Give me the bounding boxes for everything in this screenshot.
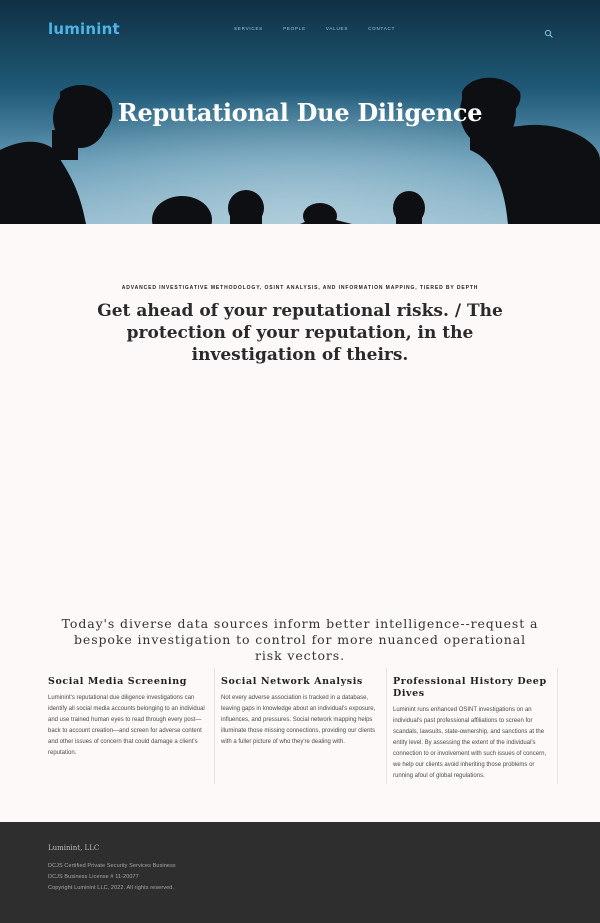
section-kicker: ADVANCED INVESTIGATIVE METHODOLOGY, OSIN… xyxy=(121,285,479,291)
service-description: Luminint runs enhanced OSINT investigati… xyxy=(393,707,547,779)
cta-statement: Today's diverse data sources inform bett… xyxy=(61,616,539,663)
nav-link-services[interactable]: SERVICES xyxy=(234,26,263,31)
service-card-professional-history: Professional History Deep Dives Luminint… xyxy=(386,668,558,784)
service-title: Professional History Deep Dives xyxy=(393,676,547,699)
service-title: Social Network Analysis xyxy=(221,676,363,687)
services-row: Social Media Screening Luminint's reputa… xyxy=(42,668,558,784)
nav-links: SERVICES PEOPLE VALUES CONTACT xyxy=(234,26,415,31)
nav-link-people[interactable]: PEOPLE xyxy=(283,26,306,31)
site-logo[interactable]: luminint xyxy=(48,20,120,38)
footer-certification: DCJS Certified Private Security Services… xyxy=(48,863,176,869)
service-card-social-media: Social Media Screening Luminint's reputa… xyxy=(42,668,214,784)
intro-headline: Get ahead of your reputational risks. / … xyxy=(97,301,503,365)
hero-banner: luminint SERVICES PEOPLE VALUES CONTACT … xyxy=(0,0,600,224)
service-description: Not every adverse association is tracked… xyxy=(221,695,376,745)
hero-title: Reputational Due Diligence xyxy=(117,98,483,127)
service-title: Social Media Screening xyxy=(48,676,187,687)
service-card-social-network: Social Network Analysis Not every advers… xyxy=(214,668,386,784)
footer-copyright: Copyright Luminint LLC, 2022. All rights… xyxy=(48,885,175,891)
nav-link-contact[interactable]: CONTACT xyxy=(368,26,395,31)
nav-link-values[interactable]: VALUES xyxy=(326,26,348,31)
site-footer: Luminint, LLC DCJS Certified Private Sec… xyxy=(0,822,600,923)
service-description: Luminint's reputational due diligence in… xyxy=(48,695,205,756)
footer-license: DCJS Business License # 11-20077 xyxy=(48,874,139,880)
footer-company-name: Luminint, LLC xyxy=(48,844,100,852)
search-icon[interactable] xyxy=(544,26,554,38)
top-navigation: luminint SERVICES PEOPLE VALUES CONTACT xyxy=(0,0,600,60)
